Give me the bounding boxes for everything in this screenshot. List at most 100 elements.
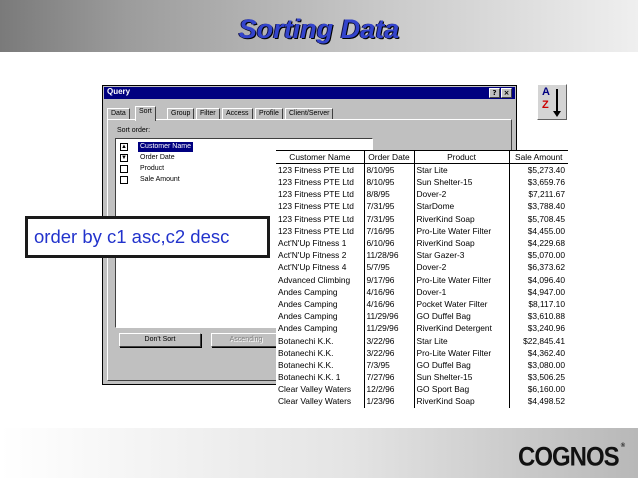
sort-descending-icon[interactable]: ▼ bbox=[120, 154, 128, 162]
table-row[interactable]: Andes Camping 4/16/96 Pocket Water Filter $… bbox=[276, 297, 568, 311]
table-cell: $3,240.96 bbox=[527, 323, 565, 334]
table-cell: Act'N'Up Fitness 2 bbox=[276, 249, 365, 262]
down-arrowhead-icon bbox=[553, 111, 561, 117]
sort-order-label: Sort order: bbox=[117, 127, 151, 134]
table-row[interactable]: 123 Fitness PTE Ltd 8/10/95 Star Lite $5,27… bbox=[276, 163, 568, 176]
sort-item-label: Sale Amount bbox=[140, 176, 180, 183]
table-cell: 123 Fitness PTE Ltd bbox=[276, 176, 365, 189]
table-cell: $22,845.41 bbox=[523, 335, 565, 346]
sort-item-label: Order Date bbox=[140, 154, 175, 161]
dont-sort-button[interactable]: Don't Sort bbox=[119, 333, 201, 347]
table-cell: Andes Camping bbox=[276, 297, 365, 311]
sql-callout: order by c1 asc,c2 desc bbox=[25, 216, 270, 258]
table-row[interactable]: Act'N'Up Fitness 2 11/28/96 Star Gazer-3 $5… bbox=[276, 249, 568, 262]
sort-ascending-icon[interactable]: ▲ bbox=[120, 143, 128, 151]
table-row[interactable]: Act'N'Up Fitness 1 6/10/96 RiverKind Soap $… bbox=[276, 236, 568, 250]
table-cell: RiverKind Soap bbox=[414, 395, 510, 408]
table-cell: 7/31/95 bbox=[364, 212, 415, 225]
table-row[interactable]: Act'N'Up Fitness 4 5/7/95 Dover-2 $6,373.62 bbox=[276, 261, 568, 274]
table-row[interactable]: 123 Fitness PTE Ltd 7/31/95 RiverKind Soap… bbox=[276, 212, 568, 225]
results-grid: Customer Name Order Date Product Sale Am… bbox=[276, 150, 568, 408]
table-cell: Star Lite bbox=[414, 163, 510, 176]
table-cell: Sun Shelter-15 bbox=[414, 176, 510, 189]
table-cell: $4,947.00 bbox=[527, 286, 565, 297]
close-icon[interactable]: × bbox=[501, 88, 512, 98]
sort-az-icon[interactable]: A Z bbox=[537, 84, 567, 120]
table-cell: $5,708.45 bbox=[527, 213, 565, 224]
table-cell: Star Gazer-3 bbox=[414, 249, 510, 262]
table-cell: Act'N'Up Fitness 1 bbox=[276, 236, 365, 250]
table-cell: 123 Fitness PTE Ltd bbox=[276, 163, 365, 176]
table-cell: $3,788.40 bbox=[527, 201, 565, 212]
table-row[interactable]: Andes Camping 11/29/96 GO Duffel Bag $3,610… bbox=[276, 310, 568, 323]
table-row[interactable]: Botanechi K.K. 1 7/27/96 Sun Shelter-15 $3,… bbox=[276, 371, 568, 384]
logo-text: COGNOS bbox=[518, 442, 620, 473]
table-cell: $3,610.88 bbox=[527, 311, 565, 322]
table-row[interactable]: Clear Valley Waters 1/23/96 RiverKind Soap… bbox=[276, 395, 568, 408]
table-cell: 8/10/95 bbox=[364, 176, 415, 189]
table-cell: 1/23/96 bbox=[364, 395, 415, 408]
table-row[interactable]: Andes Camping 11/29/96 RiverKind Detergent… bbox=[276, 322, 568, 335]
table-row[interactable]: Clear Valley Waters 12/2/96 GO Sport Bag $6… bbox=[276, 383, 568, 396]
table-cell: Pro-Lite Water Filter bbox=[414, 273, 510, 286]
table-cell: 4/16/96 bbox=[364, 297, 415, 311]
table-cell: 4/16/96 bbox=[364, 285, 415, 298]
cognos-logo: COGNOS ® bbox=[518, 443, 625, 474]
table-row[interactable]: Botanechi K.K. 7/3/95 GO Duffel Bag $3,080.… bbox=[276, 358, 568, 371]
table-cell: RiverKind Detergent bbox=[414, 322, 510, 335]
table-row[interactable]: Advanced Climbing 9/17/96 Pro-Lite Water F… bbox=[276, 273, 568, 286]
table-cell: RiverKind Soap bbox=[414, 212, 510, 225]
table-row[interactable]: Botanechi K.K. 3/22/96 Star Lite $22,845.41 bbox=[276, 334, 568, 347]
table-cell: $3,659.76 bbox=[527, 177, 565, 188]
sort-item-label: Customer Name bbox=[138, 142, 193, 152]
table-cell: 7/16/95 bbox=[364, 224, 415, 237]
dialog-title: Query bbox=[107, 87, 131, 96]
help-icon[interactable]: ? bbox=[489, 88, 500, 98]
table-cell: 11/29/96 bbox=[364, 310, 415, 323]
table-cell: Sun Shelter-15 bbox=[414, 371, 510, 384]
registered-mark: ® bbox=[620, 442, 626, 450]
table-cell: StarDome bbox=[414, 200, 510, 213]
dialog-title-bar[interactable]: Query ? × bbox=[104, 87, 515, 99]
table-cell: Botanechi K.K. bbox=[276, 346, 365, 359]
table-cell: 123 Fitness PTE Ltd bbox=[276, 188, 365, 201]
table-cell: RiverKind Soap bbox=[414, 236, 510, 250]
table-cell: Clear Valley Waters bbox=[276, 395, 365, 408]
table-cell: $3,506.25 bbox=[527, 372, 565, 383]
table-row[interactable]: 123 Fitness PTE Ltd 7/16/95 Pro-Lite Water… bbox=[276, 224, 568, 237]
table-row[interactable]: 123 Fitness PTE Ltd 8/10/95 Sun Shelter-15… bbox=[276, 176, 568, 189]
table-cell: $4,455.00 bbox=[527, 225, 565, 236]
table-cell: GO Duffel Bag bbox=[414, 358, 510, 371]
table-cell: Act'N'Up Fitness 4 bbox=[276, 261, 365, 274]
sort-item-label: Product bbox=[140, 165, 165, 172]
table-cell: Star Lite bbox=[414, 334, 510, 347]
table-cell: GO Sport Bag bbox=[414, 383, 510, 396]
table-cell: 3/22/96 bbox=[364, 346, 415, 359]
table-row[interactable]: Botanechi K.K. 3/22/96 Pro-Lite Water Filt… bbox=[276, 346, 568, 359]
table-row[interactable]: Andes Camping 4/16/96 Dover-1 $4,947.00 bbox=[276, 285, 568, 298]
table-row[interactable]: 123 Fitness PTE Ltd 8/8/95 Dover-2 $7,211.6… bbox=[276, 188, 568, 201]
table-cell: $7,211.67 bbox=[528, 189, 565, 200]
table-cell: 12/2/96 bbox=[364, 383, 415, 396]
table-cell: Pro-Lite Water Filter bbox=[414, 346, 510, 359]
table-cell: Clear Valley Waters bbox=[276, 383, 365, 396]
sort-checkbox[interactable] bbox=[120, 176, 128, 184]
table-cell: 8/8/95 bbox=[364, 188, 415, 201]
tab-sort[interactable]: Sort bbox=[135, 106, 156, 121]
table-cell: Advanced Climbing bbox=[276, 273, 365, 286]
grid-header-row: Customer Name Order Date Product Sale Am… bbox=[276, 150, 568, 164]
table-cell: $6,373.62 bbox=[527, 262, 565, 273]
table-cell: $3,080.00 bbox=[527, 359, 565, 370]
column-header-customer-name[interactable]: Customer Name bbox=[276, 150, 365, 164]
table-cell: 7/31/95 bbox=[364, 200, 415, 213]
column-header-order-date[interactable]: Order Date bbox=[363, 150, 415, 164]
table-cell: $5,273.40 bbox=[527, 165, 565, 175]
column-header-product[interactable]: Product bbox=[413, 150, 510, 164]
table-cell: 123 Fitness PTE Ltd bbox=[276, 212, 365, 225]
sort-checkbox[interactable] bbox=[120, 165, 128, 173]
table-cell: Andes Camping bbox=[276, 322, 365, 335]
column-header-sale-amount[interactable]: Sale Amount bbox=[508, 150, 568, 164]
ascending-button[interactable]: Ascending bbox=[211, 333, 281, 347]
table-row[interactable]: 123 Fitness PTE Ltd 7/31/95 StarDome $3,788… bbox=[276, 200, 568, 213]
table-cell: 9/17/96 bbox=[364, 273, 415, 286]
